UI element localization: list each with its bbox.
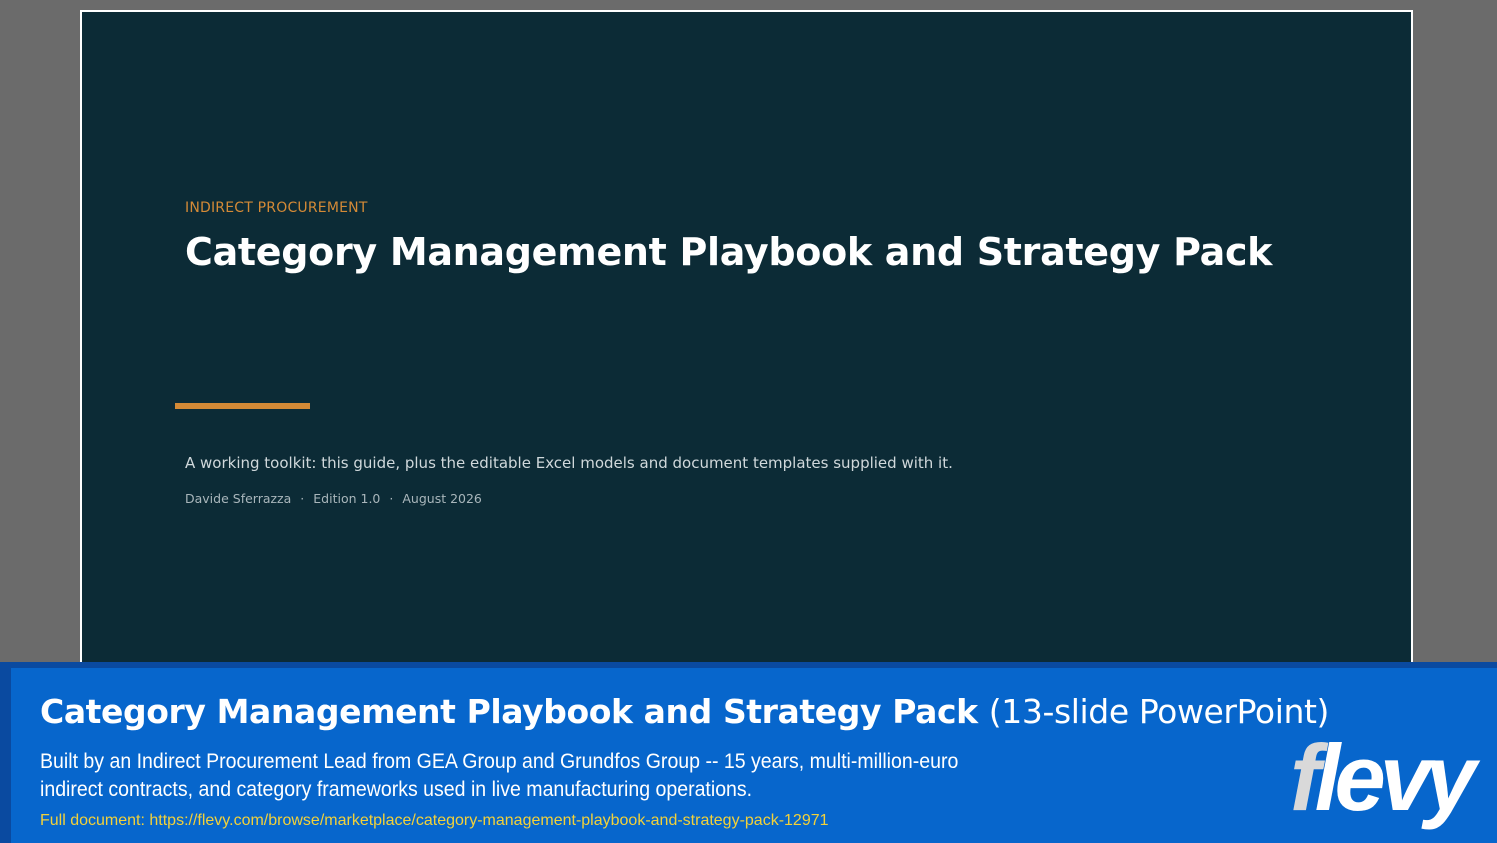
edition-label: Edition 1.0: [313, 491, 381, 506]
slide-meta: Davide Sferrazza · Edition 1.0 · August 2026: [185, 491, 482, 506]
author-name: Davide Sferrazza: [185, 491, 292, 506]
banner-title-suffix: (13-slide PowerPoint): [988, 692, 1330, 731]
slide-subtitle: A working toolkit: this guide, plus the …: [185, 454, 953, 472]
flevy-logo[interactable]: flevy: [1290, 728, 1476, 828]
slide-canvas: INDIRECT PROCUREMENT Category Management…: [80, 10, 1413, 670]
promo-banner: Category Management Playbook and Strateg…: [0, 662, 1497, 843]
banner-description: Built by an Indirect Procurement Lead fr…: [40, 750, 959, 801]
meta-separator: ·: [389, 491, 394, 506]
meta-separator: ·: [300, 491, 305, 506]
banner-title: Category Management Playbook and Strateg…: [40, 692, 1329, 731]
publish-date: August 2026: [402, 491, 482, 506]
promo-banner-panel: Category Management Playbook and Strateg…: [11, 668, 1497, 843]
accent-rule: [175, 403, 310, 409]
full-document-link[interactable]: Full document: https://flevy.com/browse/…: [40, 812, 829, 830]
slide-title: Category Management Playbook and Strateg…: [185, 230, 1273, 274]
slide-eyebrow: INDIRECT PROCUREMENT: [185, 200, 368, 216]
banner-title-main: Category Management Playbook and Strateg…: [40, 692, 978, 731]
